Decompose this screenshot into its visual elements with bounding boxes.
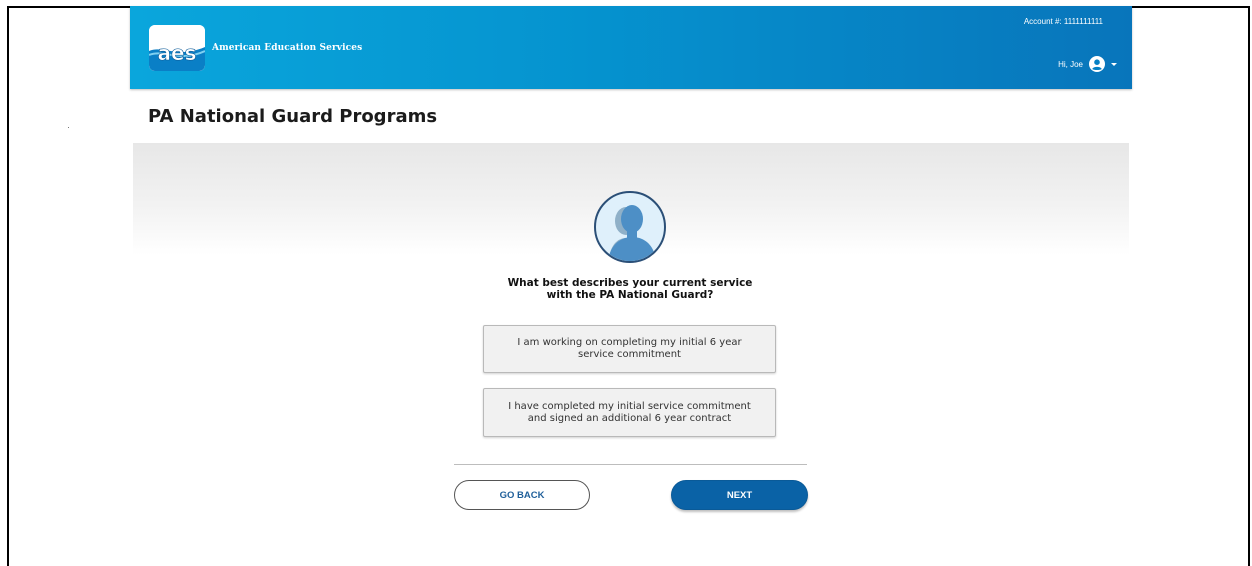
option-initial-commitment[interactable]: I am working on completing my initial 6 … bbox=[483, 325, 776, 373]
option-line-2: and signed an additional 6 year contract bbox=[527, 412, 732, 424]
user-menu-toggle[interactable]: Hi, Joe bbox=[1058, 54, 1117, 74]
org-name: American Education Services bbox=[212, 43, 363, 53]
aes-logo[interactable]: aes bbox=[149, 25, 205, 71]
person-silhouette-icon bbox=[594, 191, 666, 263]
actions-divider bbox=[454, 464, 807, 465]
caret-down-icon bbox=[1111, 62, 1117, 66]
option-additional-contract[interactable]: I have completed my initial service comm… bbox=[483, 388, 776, 437]
service-question: What best describes your current service… bbox=[480, 277, 780, 301]
page-title: PA National Guard Programs bbox=[148, 106, 438, 127]
option-label: I have completed my initial service comm… bbox=[508, 401, 751, 425]
app-header: aes American Education Services Account … bbox=[130, 6, 1132, 89]
option-line-2: service commitment bbox=[578, 349, 681, 360]
next-button[interactable]: NEXT bbox=[671, 480, 808, 510]
option-line-1: I have completed my initial service comm… bbox=[508, 400, 751, 412]
option-label: I am working on completing my initial 6 … bbox=[517, 337, 741, 361]
account-number: Account #: 1111111111 bbox=[1023, 17, 1103, 26]
logo-text: aes bbox=[158, 41, 197, 65]
user-circle-icon bbox=[1089, 56, 1105, 72]
option-line-1: I am working on completing my initial 6 … bbox=[517, 337, 742, 348]
stray-dot bbox=[68, 127, 69, 128]
question-line-1: What best describes your current service bbox=[507, 277, 753, 289]
question-line-2: with the PA National Guard? bbox=[546, 289, 714, 301]
user-greeting: Hi, Joe bbox=[1058, 59, 1083, 69]
go-back-button[interactable]: GO BACK bbox=[454, 480, 590, 510]
aes-logo-icon: aes bbox=[149, 25, 205, 71]
